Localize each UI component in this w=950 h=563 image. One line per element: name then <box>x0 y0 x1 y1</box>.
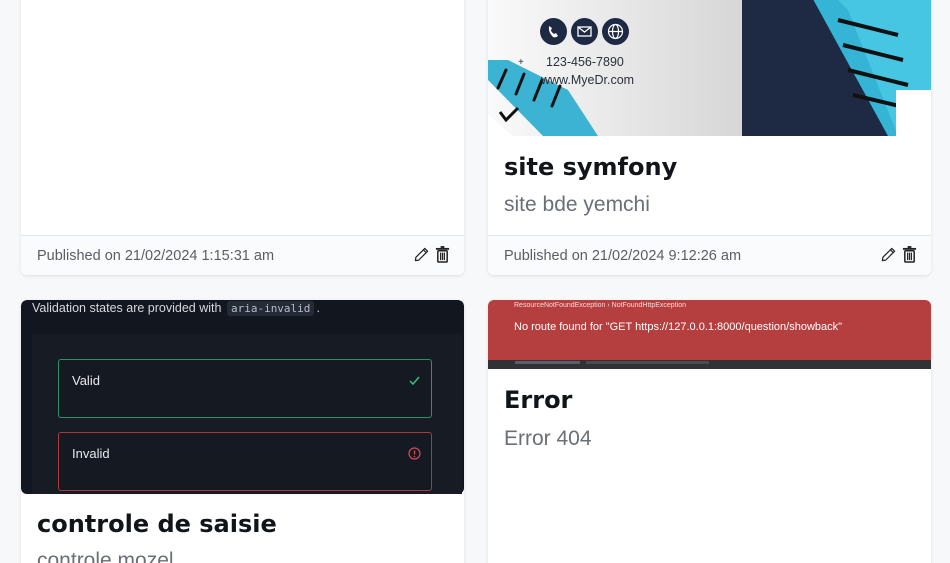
trash-icon[interactable] <box>435 246 450 263</box>
exception-text: ResourceNotFoundException › NotFoundHttp… <box>514 302 686 309</box>
project-card: Published on 21/02/2024 1:15:31 am <box>21 0 464 275</box>
pencil-icon[interactable] <box>881 246 896 263</box>
card-subtitle: site bde yemchi <box>504 193 650 216</box>
image-header-text: Validation states are provided with <box>32 301 222 315</box>
project-image[interactable]: Validation states are provided with aria… <box>21 300 464 494</box>
error-message: No route found for "GET https://127.0.0.… <box>514 321 843 333</box>
project-card: + 123-456-7890 www.MyeDr.com site symfon… <box>488 0 931 275</box>
alert-icon <box>408 447 421 460</box>
card-title[interactable]: controle de saisie <box>37 510 277 538</box>
card-footer: Published on 21/02/2024 9:12:26 am <box>488 235 931 275</box>
card-footer: Published on 21/02/2024 1:15:31 am <box>21 235 464 275</box>
invalid-field: Invalid <box>58 432 432 491</box>
project-image[interactable]: ResourceNotFoundException › NotFoundHttp… <box>488 300 931 369</box>
card-title[interactable]: Error <box>504 386 572 414</box>
valid-field: Valid <box>58 359 432 418</box>
valid-label: Valid <box>72 373 100 388</box>
image-header-end: . <box>316 301 320 315</box>
contact-icons <box>540 18 629 45</box>
mail-icon <box>571 18 598 45</box>
card-title[interactable]: site symfony <box>504 153 677 181</box>
pencil-icon[interactable] <box>414 246 429 263</box>
project-card: ResourceNotFoundException › NotFoundHttp… <box>488 300 931 563</box>
code-chip: aria-invalid <box>226 301 315 316</box>
card-actions <box>881 246 917 263</box>
project-card: Validation states are provided with aria… <box>21 300 464 563</box>
check-icon <box>409 376 420 386</box>
website-text: www.MyeDr.com <box>541 73 635 87</box>
phone-number: 123-456-7890 <box>546 55 624 69</box>
published-date: Published on 21/02/2024 1:15:31 am <box>37 248 275 264</box>
invalid-label: Invalid <box>72 446 110 461</box>
published-date: Published on 21/02/2024 9:12:26 am <box>504 248 742 264</box>
image-tab <box>515 361 580 364</box>
project-image[interactable]: + 123-456-7890 www.MyeDr.com <box>488 0 931 136</box>
image-header: Validation states are provided with aria… <box>32 301 320 316</box>
card-actions <box>414 246 450 263</box>
globe-icon <box>602 18 629 45</box>
card-subtitle: Error 404 <box>504 427 592 450</box>
card-subtitle: controle mozel <box>37 549 174 563</box>
plus-mark: + <box>518 57 524 68</box>
clipboard-graphic <box>488 60 598 136</box>
trash-icon[interactable] <box>902 246 917 263</box>
image-tab <box>586 361 709 364</box>
notebook-graphic <box>813 0 931 136</box>
phone-icon <box>540 18 567 45</box>
